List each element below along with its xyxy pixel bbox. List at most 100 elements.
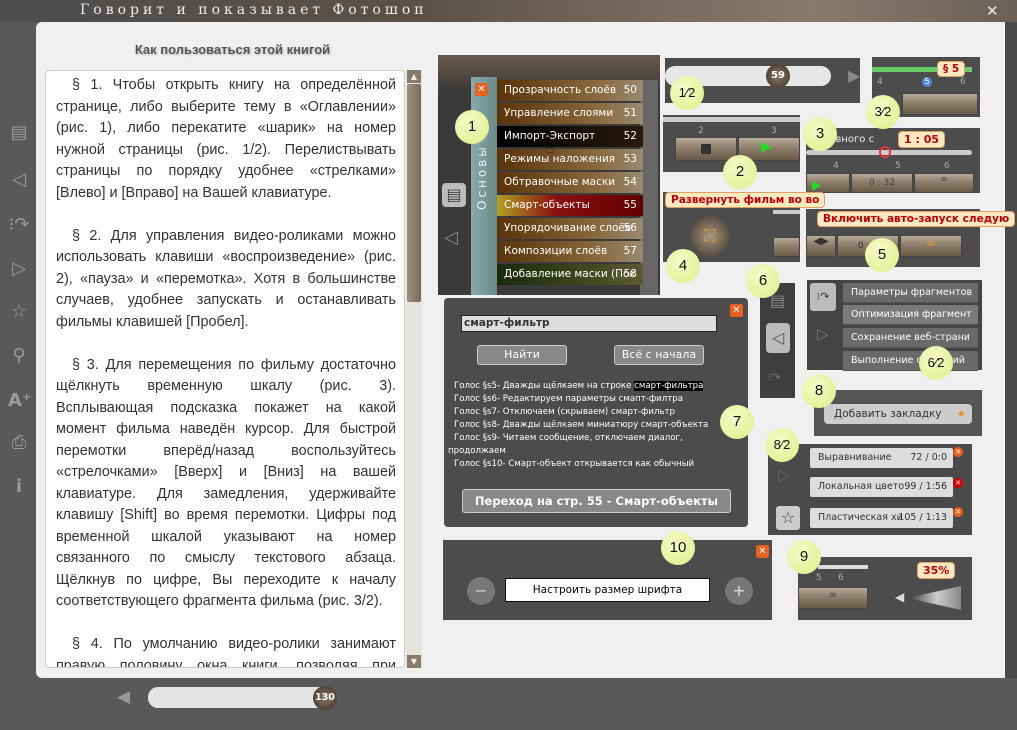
figure-badge: 1 bbox=[455, 110, 489, 144]
toc-item[interactable]: Композиции слоёв 57 bbox=[497, 241, 643, 262]
toc-item-selected[interactable]: Смарт-объекты 55 bbox=[497, 195, 643, 216]
paragraph-marker[interactable]: 5 bbox=[922, 77, 932, 87]
figure-badge: 6 bbox=[746, 264, 780, 298]
search-result[interactable]: Голос §s10- Смарт-объект открывается как… bbox=[454, 459, 694, 469]
fragments-icon[interactable]: ⁝↷ bbox=[810, 283, 836, 311]
back-icon[interactable]: ◁ bbox=[444, 227, 458, 248]
delete-bookmark-icon[interactable]: ✕ bbox=[953, 507, 963, 517]
prev-page-icon[interactable]: ◀ bbox=[117, 687, 130, 707]
figure-badge: 10 bbox=[661, 531, 695, 565]
font-decrease-button[interactable]: − bbox=[467, 577, 495, 605]
tick-label: 5 bbox=[816, 573, 822, 583]
figure-badge: 4 bbox=[666, 249, 700, 283]
page-slider-track[interactable] bbox=[148, 687, 335, 708]
toc-item[interactable]: Упорядочивание слоёв 56 bbox=[497, 218, 643, 239]
font-close-button[interactable]: ✕ bbox=[756, 545, 769, 558]
tick-label: 5 bbox=[895, 161, 901, 171]
search-result[interactable]: Голос §s6- Редактируем параметры смапт-ф… bbox=[454, 394, 683, 404]
stop-icon[interactable] bbox=[701, 144, 711, 154]
next-arrow-icon[interactable]: ▶ bbox=[848, 66, 860, 85]
search-result[interactable]: Голос §s8- Дважды щёлкаем миниатюру смар… bbox=[454, 420, 708, 430]
scroll-thumb[interactable] bbox=[407, 84, 421, 302]
paragraph: § 4. По умолчанию видео-ролики занимают … bbox=[56, 636, 396, 668]
fragment-item[interactable]: Параметры фрагментов bbox=[843, 283, 978, 303]
tick-label: 6 bbox=[838, 573, 844, 583]
info-icon[interactable]: i bbox=[8, 476, 30, 498]
back-icon[interactable]: ◁ bbox=[8, 169, 30, 191]
time-tooltip: 1 : 05 bbox=[898, 131, 946, 148]
fragments-icon[interactable]: ⁝↷ bbox=[8, 214, 30, 236]
paragraph-tooltip: § 5 bbox=[937, 61, 966, 77]
fragment-item[interactable]: Выполнение операций bbox=[843, 351, 978, 371]
window-title: Говорит и показывает Фотошоп bbox=[80, 2, 428, 18]
font-size-icon[interactable]: A⁺ bbox=[8, 390, 31, 412]
search-icon[interactable]: ⚲ bbox=[8, 345, 30, 367]
expand-button[interactable]: ⛶ bbox=[690, 216, 730, 256]
window-edge bbox=[1005, 22, 1017, 678]
forward-icon: ▷ bbox=[817, 325, 829, 343]
forward-icon[interactable]: ▷ bbox=[8, 258, 30, 280]
page-slider-knob[interactable]: 130 bbox=[313, 686, 337, 710]
print-icon[interactable]: ⎙ bbox=[8, 432, 30, 454]
bookmark-icon[interactable]: ☆ bbox=[8, 301, 30, 323]
play-icon[interactable]: ▶ bbox=[761, 139, 772, 155]
search-result[interactable]: Голос §s7- Отключаем (скрываем) смарт-фи… bbox=[454, 407, 675, 417]
figure-badge: 8 bbox=[802, 374, 836, 408]
paragraph: § 2. Для управления видео-роликами можно… bbox=[56, 227, 396, 330]
goto-page-button[interactable]: Переход на стр. 55 - Смарт-объекты bbox=[462, 489, 731, 513]
bookmark-item[interactable]: Локальная цвето 99 / 1:56 bbox=[810, 477, 953, 497]
search-result[interactable]: Голос §s9- Читаем сообщение, отключаем д… bbox=[454, 433, 683, 443]
search-close-button[interactable]: ✕ bbox=[730, 304, 743, 317]
fig7-search-dialog: ✕ смарт-фильтр Найти Всё с начала Голос … bbox=[444, 298, 748, 527]
toc-item-hovered[interactable]: Импорт-Экспорт 52 bbox=[497, 126, 643, 147]
tick-label: 2 bbox=[698, 126, 704, 136]
toc-item[interactable]: Управление слоями 51 bbox=[497, 103, 643, 124]
autoplay-button[interactable]: ∞ bbox=[900, 235, 962, 257]
delete-bookmark-icon[interactable]: ✕ bbox=[953, 447, 963, 457]
search-input[interactable]: смарт-фильтр bbox=[461, 315, 717, 332]
toc-item[interactable]: Прозрачность слоёв 50 bbox=[497, 80, 643, 101]
volume-slider[interactable] bbox=[913, 586, 961, 610]
toc-item[interactable]: Обтравочные маски 54 bbox=[497, 172, 643, 193]
page-heading: Как пользоваться этой книгой bbox=[134, 42, 331, 57]
back-button[interactable]: ◁ bbox=[766, 323, 790, 353]
bookmark-item[interactable]: Пластическая хи 105 / 1:13 bbox=[810, 508, 953, 528]
cursor-hand-icon: ☝ bbox=[545, 138, 555, 157]
page-slider-knob[interactable]: 59 bbox=[766, 64, 790, 88]
add-bookmark-button[interactable]: Добавить закладку ★ bbox=[824, 404, 972, 424]
time-display: 0 : 32 bbox=[851, 173, 913, 193]
fig8-add-bookmark: Добавить закладку ★ bbox=[814, 390, 982, 436]
toc-close-button[interactable]: ✕ bbox=[475, 83, 488, 96]
figure-badge: 6⁄2 bbox=[919, 346, 953, 380]
bookmark-icon[interactable]: ☆ bbox=[776, 506, 800, 530]
reset-button[interactable]: Всё с начала bbox=[614, 345, 704, 365]
text-area: § 1. Чтобы открыть книгу на определённой… bbox=[45, 70, 405, 668]
toc-section-label: Основы bbox=[475, 144, 489, 210]
fragment-item[interactable]: Сохранение веб-страни bbox=[843, 328, 978, 348]
figure-badge: 3 bbox=[803, 117, 837, 151]
delete-bookmark-icon[interactable]: ✕ bbox=[953, 478, 963, 488]
find-button[interactable]: Найти bbox=[477, 345, 567, 365]
tick-label: 6 bbox=[944, 161, 950, 171]
contents-icon[interactable]: ▤ bbox=[8, 122, 30, 144]
tick-label: 4 bbox=[833, 161, 839, 171]
forward-icon: ▷ bbox=[778, 466, 790, 484]
text-scrollbar[interactable]: ▲ ▼ bbox=[406, 70, 422, 668]
toc-item[interactable]: Добавление маски (Пок 58 bbox=[497, 264, 643, 285]
search-result[interactable]: продолжаем bbox=[448, 446, 506, 456]
bookmark-item[interactable]: Выравнивание 72 / 0:0 bbox=[810, 448, 953, 468]
font-increase-button[interactable]: + bbox=[725, 577, 753, 605]
scroll-up-icon[interactable]: ▲ bbox=[407, 70, 421, 83]
tick-label: 3 bbox=[771, 126, 777, 136]
figure-badge: 1⁄2 bbox=[670, 76, 704, 110]
search-result[interactable]: Голос §s5- Дважды щёлкаем на строке смар… bbox=[454, 381, 704, 391]
toc-item[interactable]: Режимы наложения 53 bbox=[497, 149, 643, 170]
expand-tooltip: Развернуть фильм во во bbox=[665, 192, 826, 208]
close-window-button[interactable]: ✕ bbox=[986, 2, 999, 20]
scroll-down-icon[interactable]: ▼ bbox=[407, 655, 421, 668]
fig10-font-size: ✕ − Настроить размер шрифта + bbox=[443, 540, 772, 620]
fragments-icon[interactable]: ⁝↷ bbox=[768, 371, 781, 384]
contents-icon[interactable]: ▤ bbox=[442, 183, 466, 207]
autoplay-tooltip: Включить авто-запуск следую bbox=[817, 211, 1016, 227]
fragment-item-hovered[interactable]: Оптимизация фрагмент bbox=[843, 305, 978, 325]
